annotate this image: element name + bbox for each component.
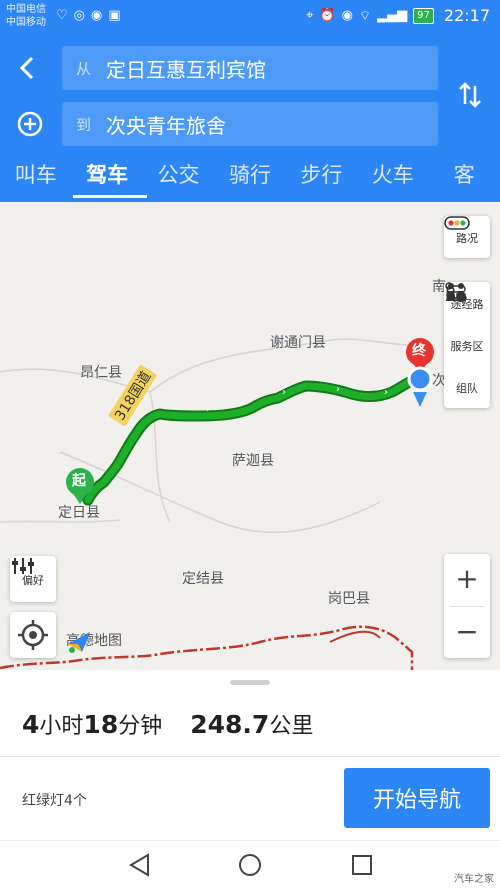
signal-icon: ▂▄▆ bbox=[377, 8, 408, 23]
place-label: 谢通门县 bbox=[270, 335, 326, 351]
transport-tabs: 叫车 驾车 公交 骑行 步行 火车 客 bbox=[0, 158, 500, 202]
battery-indicator: 97 bbox=[413, 7, 434, 24]
status-bar: 中国电信 中国移动 ♡ ◎ ◉ ▣ ⌖ ⏰ ◉ ⌔ ▂▄▆ 97 22:17 bbox=[0, 0, 500, 34]
tab-drive[interactable]: 驾车 bbox=[71, 158, 148, 202]
watermark: 汽车之家 bbox=[454, 874, 494, 885]
amap-logo: 高德地图 bbox=[66, 630, 122, 653]
nav-home-icon[interactable] bbox=[236, 851, 264, 879]
team-label: 组队 bbox=[456, 382, 478, 395]
duration-hours: 4 bbox=[22, 710, 40, 739]
place-label: 定日县 bbox=[58, 505, 100, 521]
tab-bike[interactable]: 骑行 bbox=[214, 158, 285, 202]
place-label: 岗巴县 bbox=[328, 591, 370, 607]
nav-back-icon[interactable] bbox=[126, 851, 154, 879]
tab-train[interactable]: 火车 bbox=[357, 158, 428, 202]
locate-button[interactable] bbox=[10, 612, 56, 658]
traffic-panel: 路况 bbox=[444, 216, 490, 258]
map-canvas: › › › › bbox=[0, 338, 434, 670]
app-icon: ▣ bbox=[108, 8, 121, 23]
destination-prefix: 到 bbox=[76, 115, 92, 134]
start-marker-label: 起 bbox=[72, 473, 86, 489]
current-location-dot bbox=[407, 366, 433, 392]
system-icons: ⌖ ⏰ ◉ ⌔ ▂▄▆ 97 22:17 bbox=[306, 6, 490, 25]
route-summary-sheet: 4小时18分钟 248.7公里 红绿灯4个 开始导航 bbox=[0, 670, 500, 840]
carrier-info: 中国电信 中国移动 bbox=[6, 3, 46, 29]
start-navigation-button[interactable]: 开始导航 bbox=[344, 768, 490, 828]
map-view[interactable]: › › › › 昂仁县 谢通门县 萨迦县 定日县 定结县 岗巴县 南 次 318… bbox=[0, 202, 500, 670]
wifi-icon: ⌔ bbox=[358, 8, 372, 24]
traffic-button[interactable]: 路况 bbox=[444, 216, 490, 258]
swap-arrows-icon bbox=[459, 82, 481, 108]
route-options-panel: 途经路 P 服务区 组队 bbox=[444, 282, 490, 408]
place-label: 萨迦县 bbox=[232, 453, 274, 469]
route-arrow: › bbox=[206, 404, 210, 415]
distance-unit: 公里 bbox=[269, 714, 314, 739]
crosshair-icon bbox=[18, 620, 48, 650]
minutes-unit: 分钟 bbox=[118, 714, 163, 739]
tab-bus[interactable]: 公交 bbox=[143, 158, 214, 202]
tab-taxi[interactable]: 叫车 bbox=[0, 158, 71, 202]
destination-value: 次央青年旅舍 bbox=[106, 113, 226, 138]
team-button[interactable]: 组队 bbox=[444, 283, 490, 408]
service-area-label: 服务区 bbox=[450, 340, 484, 353]
heading-arrow-icon bbox=[413, 392, 427, 407]
route-arrow: › bbox=[282, 387, 286, 398]
headset-icon: ◎ bbox=[73, 8, 85, 23]
origin-field[interactable]: 从 定日互惠互利宾馆 bbox=[62, 46, 438, 90]
carrier-2: 中国移动 bbox=[6, 17, 46, 28]
back-arrow-icon bbox=[19, 56, 34, 80]
hours-unit: 小时 bbox=[39, 714, 84, 739]
place-label: 昂仁县 bbox=[80, 365, 122, 381]
eye-icon: ◉ bbox=[341, 8, 353, 23]
plus-circle-icon bbox=[17, 111, 43, 137]
zoom-controls: + − bbox=[444, 554, 490, 658]
system-nav-bar: 汽车之家 bbox=[0, 840, 500, 889]
zoom-in-button[interactable]: + bbox=[444, 554, 490, 606]
back-button[interactable] bbox=[14, 54, 42, 82]
notification-icons: ♡ ◎ ◉ ▣ bbox=[56, 8, 121, 23]
carrier-1: 中国电信 bbox=[6, 4, 46, 15]
wechat-icon: ◉ bbox=[91, 8, 103, 23]
county-border bbox=[0, 338, 431, 393]
traffic-label: 路况 bbox=[456, 232, 478, 245]
sliders-icon bbox=[12, 558, 34, 574]
divider bbox=[0, 756, 500, 757]
route-header: 从 定日互惠互利宾馆 到 次央青年旅舍 叫车 驾车 公交 骑行 步行 火车 客 bbox=[0, 34, 500, 202]
sheet-drag-handle[interactable] bbox=[230, 680, 270, 685]
location-icon: ⌖ bbox=[306, 8, 314, 23]
route-arrow: › bbox=[384, 387, 388, 398]
origin-prefix: 从 bbox=[76, 59, 92, 78]
destination-field[interactable]: 到 次央青年旅舍 bbox=[62, 102, 438, 146]
nav-recents-icon[interactable] bbox=[348, 851, 376, 879]
origin-value: 定日互惠互利宾馆 bbox=[106, 57, 266, 82]
route-distance: 248.7 bbox=[190, 710, 270, 739]
route-summary: 4小时18分钟 248.7公里 bbox=[22, 708, 313, 740]
swap-button[interactable] bbox=[458, 80, 482, 110]
traffic-light-icon bbox=[444, 216, 470, 230]
tab-walk[interactable]: 步行 bbox=[286, 158, 357, 202]
zoom-out-button[interactable]: − bbox=[444, 607, 490, 659]
clock: 22:17 bbox=[443, 6, 490, 25]
add-waypoint-button[interactable] bbox=[16, 110, 44, 138]
duration-minutes: 18 bbox=[83, 710, 119, 739]
place-label: 定结县 bbox=[182, 571, 224, 587]
team-people-icon bbox=[446, 283, 466, 301]
alarm-icon: ⏰ bbox=[319, 8, 336, 23]
amap-logo-icon bbox=[68, 632, 90, 653]
route-arrow: › bbox=[336, 384, 340, 395]
service-area-button[interactable]: P 服务区 bbox=[444, 284, 490, 366]
preference-button[interactable]: 偏好 bbox=[10, 556, 56, 602]
national-border bbox=[329, 630, 381, 643]
traffic-lights-count: 红绿灯4个 bbox=[22, 793, 87, 809]
tab-coach[interactable]: 客 bbox=[429, 158, 500, 202]
heart-icon: ♡ bbox=[56, 8, 68, 23]
end-marker-label: 终 bbox=[412, 343, 426, 359]
